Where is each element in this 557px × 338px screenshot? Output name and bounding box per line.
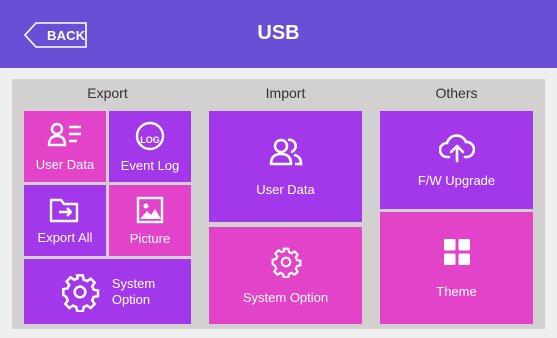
fw-upgrade-button[interactable]: F/W Upgrade [380, 111, 533, 209]
section-title-import: Import [265, 85, 306, 101]
section-title-others: Others [435, 85, 478, 101]
theme-button[interactable]: Theme [380, 212, 533, 324]
gear-icon [60, 272, 100, 312]
export-event-log-button[interactable]: LOG Event Log [109, 111, 191, 182]
import-user-data-label: User Data [256, 182, 315, 197]
export-system-option-label: System Option [112, 276, 155, 308]
gear-icon [270, 246, 302, 278]
import-user-data-button[interactable]: User Data [209, 111, 362, 222]
folder-export-icon [49, 196, 81, 224]
export-system-option-label-line2: Option [111, 291, 151, 307]
user-list-icon [47, 121, 83, 151]
theme-label: Theme [436, 283, 477, 299]
export-event-log-label: Event Log [120, 158, 180, 173]
fw-upgrade-label: F/W Upgrade [417, 172, 496, 188]
section-title-export: Export [87, 85, 128, 101]
export-picture-button[interactable]: Picture [109, 185, 191, 256]
import-system-option-button[interactable]: System Option [209, 227, 362, 324]
export-all-button[interactable]: Export All [24, 185, 106, 256]
export-user-data-label: User Data [35, 157, 95, 172]
cloud-upload-icon [438, 133, 475, 163]
export-all-label: Export All [37, 230, 93, 245]
import-system-option-label: System Option [242, 290, 329, 305]
export-system-option-button[interactable]: System Option [24, 259, 191, 324]
export-picture-label: Picture [129, 231, 171, 246]
export-user-data-button[interactable]: User Data [24, 111, 106, 182]
title-bar: BACK USB [0, 0, 557, 68]
log-icon-badge: LOG [140, 135, 160, 145]
picture-icon [135, 195, 165, 225]
page-title: USB [257, 22, 300, 44]
export-system-option-label-line1: System [111, 275, 156, 291]
users-icon [269, 136, 303, 168]
grid-icon [443, 238, 471, 266]
